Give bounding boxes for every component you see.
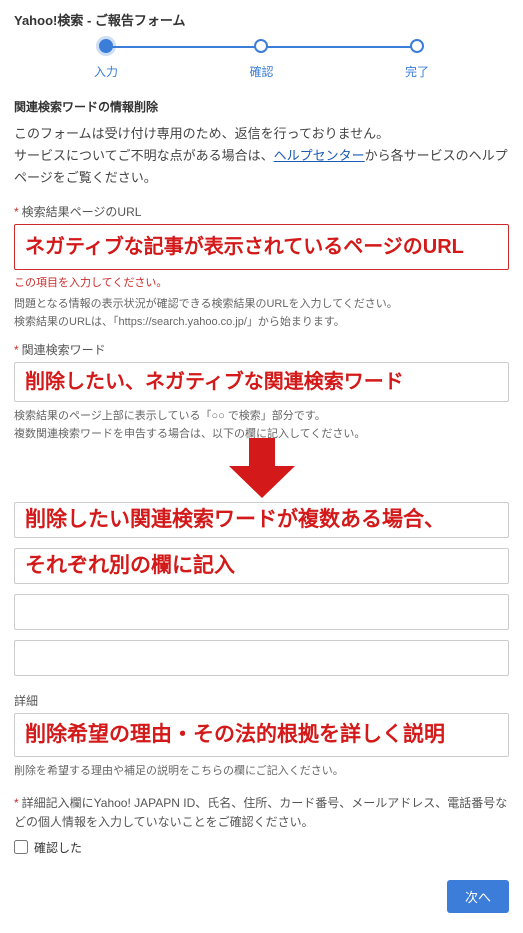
keyword-input-main[interactable]: 削除したい、ネガティブな関連検索ワード [14, 362, 509, 402]
step-circle-icon [254, 39, 268, 53]
keyword-input-extra-3[interactable] [14, 594, 509, 630]
step-label: 確認 [249, 63, 273, 80]
url-help: 問題となる情報の表示状況が確認できる検索結果のURLを入力してください。 検索結… [14, 296, 509, 331]
confirm-checkbox-label: 確認した [34, 839, 82, 856]
details-label: 詳細 [14, 692, 509, 709]
step-circle-icon [410, 39, 424, 53]
help-center-link[interactable]: ヘルプセンター [274, 148, 365, 163]
keyword-input-extra-2[interactable]: それぞれ別の欄に記入 [14, 548, 509, 584]
keyword-input-extra-1[interactable]: 削除したい関連検索ワードが複数ある場合、 [14, 502, 509, 538]
next-button[interactable]: 次へ [447, 880, 509, 913]
arrow-down-icon [227, 438, 297, 498]
step-label: 完了 [405, 63, 429, 80]
step-label: 入力 [94, 63, 118, 80]
intro-line1: このフォームは受け付け専用のため、返信を行っておりません。 [14, 126, 389, 141]
stepper: 入力 確認 完了 [14, 39, 509, 80]
step-confirm: 確認 [249, 39, 273, 80]
keyword-input-extra-4[interactable] [14, 640, 509, 676]
url-error: この項目を入力してください。 [14, 274, 509, 290]
keyword-field-label: *関連検索ワード [14, 341, 509, 358]
annotation-keyword-b2: それぞれ別の欄に記入 [25, 555, 235, 576]
confirm-checkbox[interactable] [14, 840, 28, 854]
confirm-note: *詳細記入欄にYahoo! JAPAPN ID、氏名、住所、カード番号、メールア… [14, 794, 509, 832]
intro-line2a: サービスについてご不明な点がある場合は、 [14, 148, 274, 163]
annotation-keyword-b1: 削除したい関連検索ワードが複数ある場合、 [25, 509, 445, 530]
details-help: 削除を希望する理由や補足の説明をこちらの欄にご記入ください。 [14, 763, 509, 781]
details-input[interactable]: 削除希望の理由・その法的根拠を詳しく説明 [14, 713, 509, 757]
step-input: 入力 [94, 39, 118, 80]
step-circle-icon [99, 39, 113, 53]
annotation-keyword-main: 削除したい、ネガティブな関連検索ワード [25, 372, 404, 392]
page-title: Yahoo!検索 - ご報告フォーム [14, 10, 509, 29]
annotation-details: 削除希望の理由・その法的根拠を詳しく説明 [25, 724, 445, 745]
url-field-label: *検索結果ページのURL [14, 203, 509, 220]
step-done: 完了 [405, 39, 429, 80]
url-input[interactable]: ネガティブな記事が表示されているページのURL [14, 224, 509, 270]
intro-text: このフォームは受け付け専用のため、返信を行っておりません。 サービスについてご不… [14, 123, 509, 189]
annotation-url: ネガティブな記事が表示されているページのURL [25, 237, 464, 257]
section-heading: 関連検索ワードの情報削除 [14, 98, 509, 115]
